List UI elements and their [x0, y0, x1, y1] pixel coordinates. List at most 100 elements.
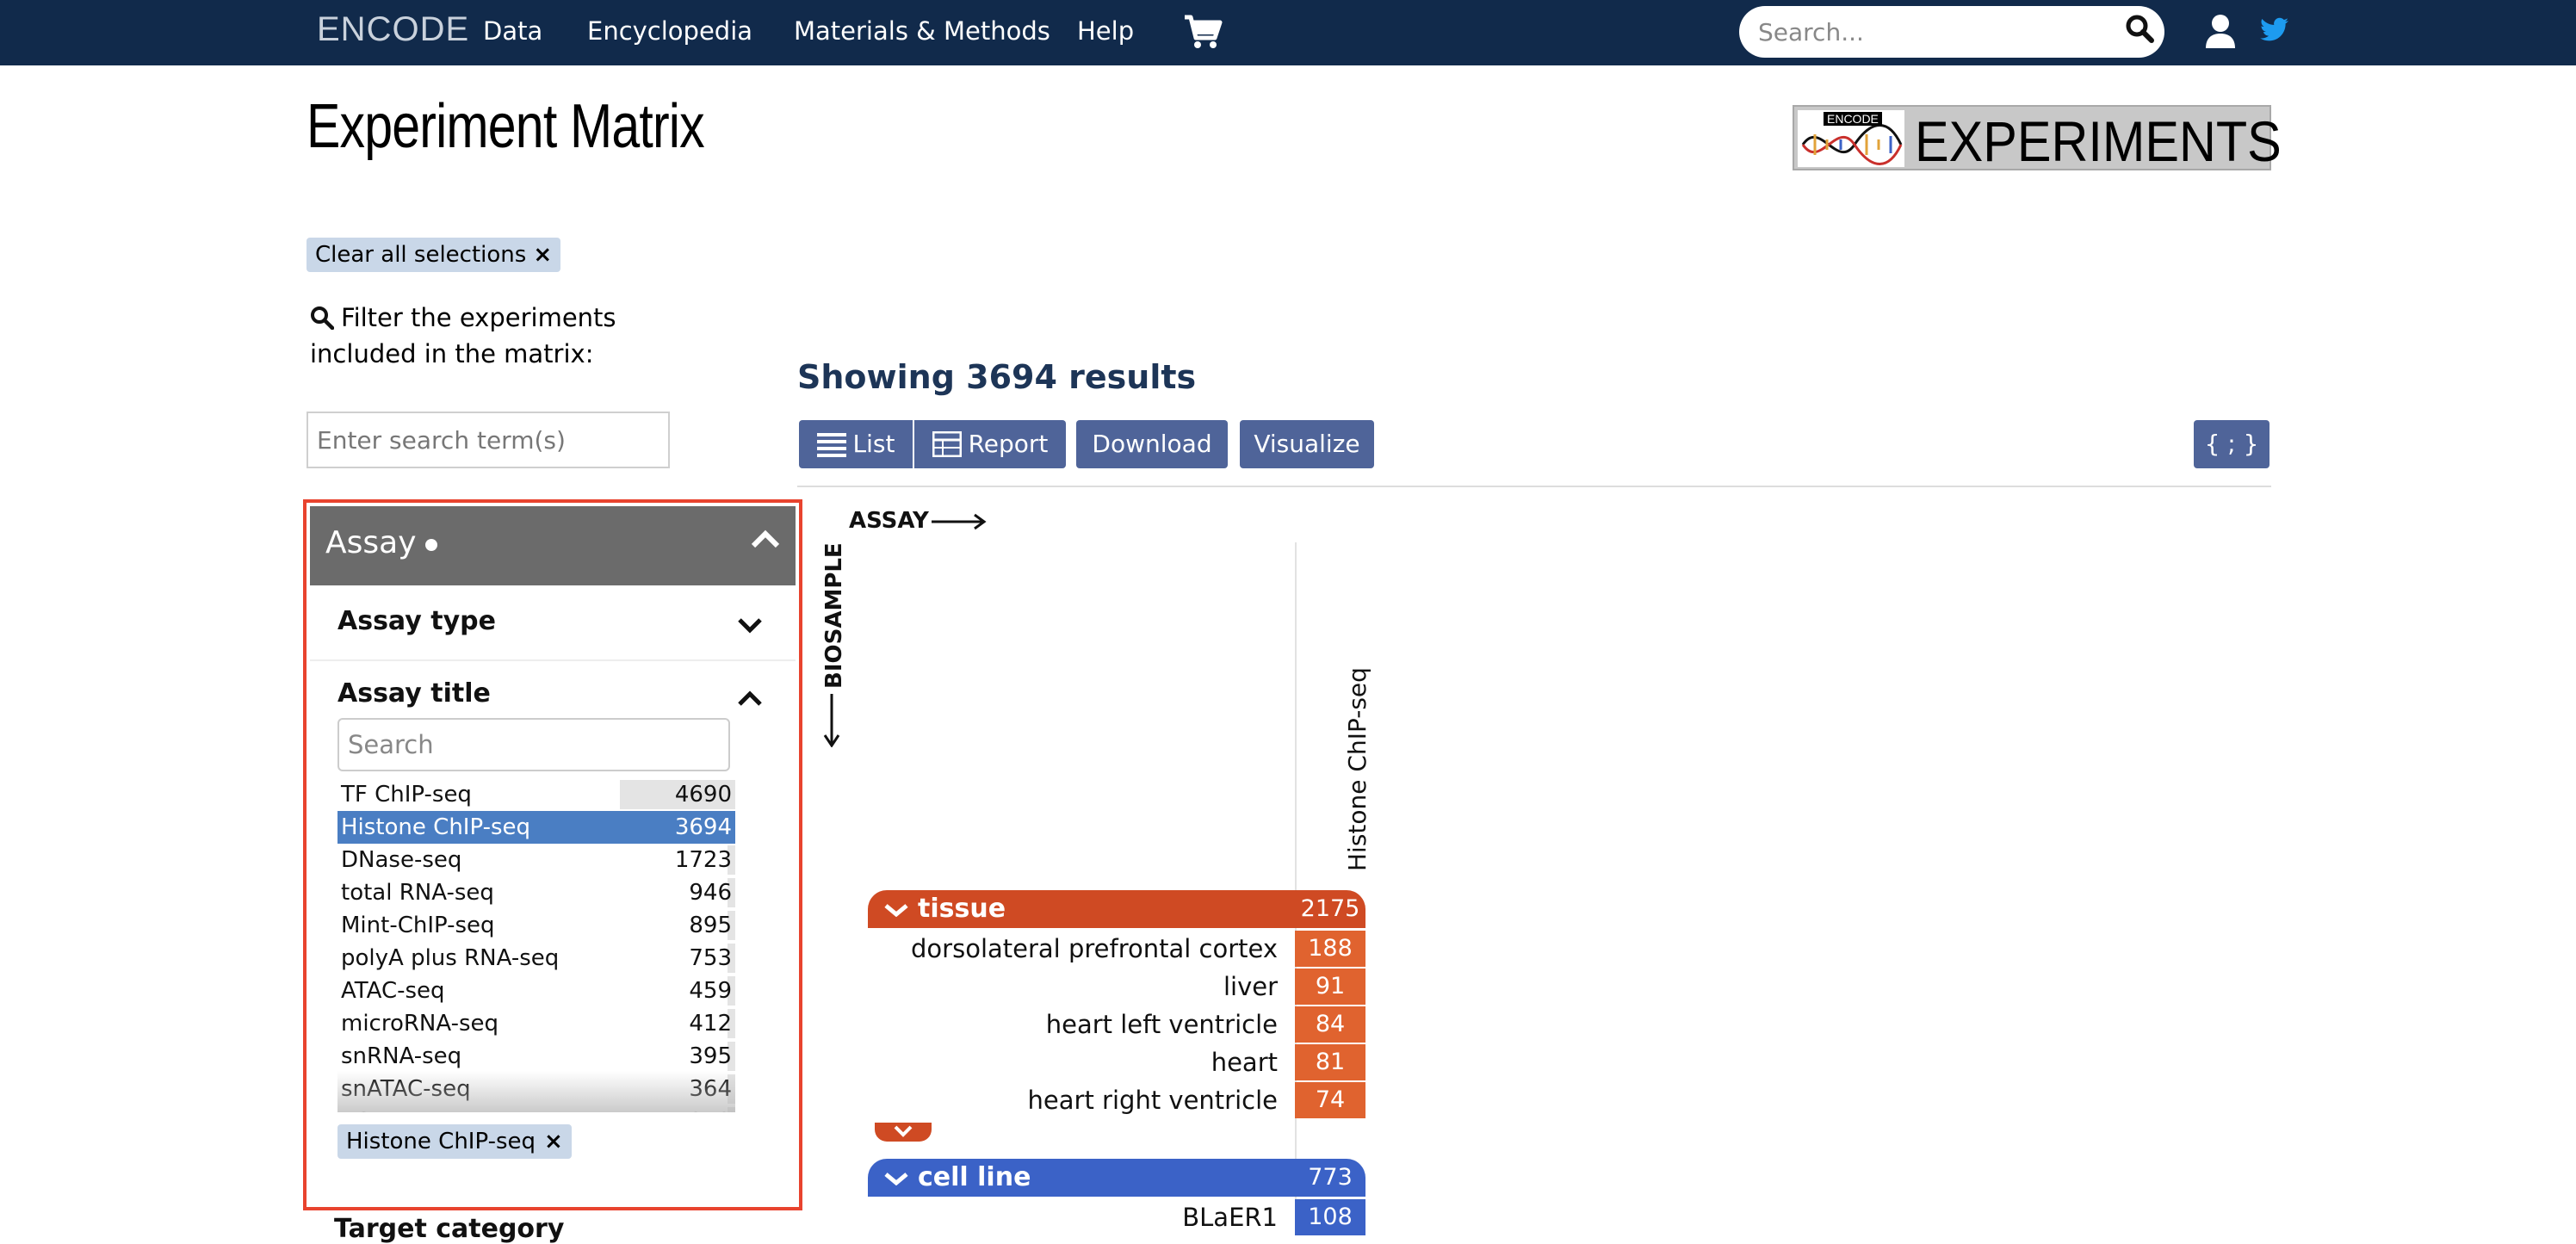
- assay-facet-header[interactable]: Assay: [310, 506, 796, 585]
- group-name: tissue: [918, 894, 1006, 924]
- facet-term[interactable]: total RNA-seq 946: [337, 876, 735, 909]
- biosample-row-label[interactable]: liver: [868, 968, 1278, 1006]
- dna-logo-image: ENCODE: [1798, 110, 1904, 167]
- top-navbar: ENCODE Data Encyclopedia Materials & Met…: [0, 0, 2576, 65]
- download-button[interactable]: Download: [1076, 420, 1228, 468]
- arrow-down-icon: [823, 694, 840, 747]
- logo-tag: ENCODE: [1824, 112, 1882, 126]
- clear-all-selections[interactable]: Clear all selections ×: [307, 238, 561, 272]
- group-total-cell[interactable]: 2175: [1295, 890, 1365, 928]
- experiments-logo: ENCODE EXPERIMENTS: [1793, 105, 2282, 173]
- matrix-cell[interactable]: 84: [1295, 1006, 1365, 1043]
- active-dot-icon: [424, 539, 437, 551]
- chevron-up-icon[interactable]: [751, 529, 780, 549]
- logo-word: EXPERIMENTS: [1915, 109, 2282, 173]
- term-count: 3694: [674, 814, 732, 840]
- chevron-up-icon[interactable]: [737, 690, 763, 708]
- facet-term[interactable]: Mint-ChIP-seq 895: [337, 909, 735, 942]
- target-category-toggle[interactable]: Target category: [334, 1214, 564, 1244]
- matrix-cell[interactable]: 81: [1295, 1044, 1365, 1080]
- biosample-row-label[interactable]: dorsolateral prefrontal cortex: [868, 930, 1278, 968]
- expand-more-tab[interactable]: [875, 1123, 932, 1142]
- list-icon: [816, 433, 846, 457]
- matrix-cell[interactable]: 91: [1295, 969, 1365, 1005]
- visualize-button[interactable]: Visualize: [1240, 420, 1374, 468]
- cart-icon[interactable]: [1183, 14, 1223, 50]
- term-count: 753: [689, 945, 732, 971]
- column-gridline: [1295, 542, 1297, 1235]
- chevron-down-icon: [883, 1159, 909, 1197]
- site-search: [1739, 6, 2164, 58]
- matrix-cell[interactable]: 188: [1295, 931, 1365, 967]
- search-icon: [311, 306, 335, 331]
- nav-data[interactable]: Data: [483, 0, 542, 65]
- facet-term[interactable]: Histone ChIP-seq 3694: [337, 811, 735, 844]
- term-count: 412: [689, 1011, 732, 1037]
- selected-term-pill[interactable]: Histone ChIP-seq ×: [337, 1124, 572, 1159]
- biosample-row-label[interactable]: BLaER1: [868, 1198, 1278, 1236]
- term-label: total RNA-seq: [341, 880, 494, 906]
- report-button[interactable]: Report: [914, 420, 1066, 468]
- biosample-row-label[interactable]: heart: [868, 1043, 1278, 1081]
- facet-term[interactable]: polyA plus RNA-seq 753: [337, 942, 735, 975]
- divider: [797, 486, 2271, 487]
- search-icon[interactable]: [2125, 14, 2154, 43]
- term-count: 895: [689, 913, 732, 938]
- term-count: 459: [689, 978, 732, 1004]
- assay-type-toggle[interactable]: Assay type: [337, 606, 496, 636]
- facet-term[interactable]: TF ChIP-seq 4690: [337, 778, 735, 811]
- biosample-row-label[interactable]: heart right ventricle: [868, 1081, 1278, 1119]
- nav-help[interactable]: Help: [1077, 0, 1134, 65]
- assay-facet-panel: Assay Assay type Assay title TF ChIP-seq…: [303, 499, 802, 1210]
- term-label: DNase-seq: [341, 847, 462, 873]
- assay-title-search[interactable]: [337, 718, 730, 771]
- user-icon[interactable]: [2204, 14, 2237, 48]
- chevron-down-icon[interactable]: [737, 616, 763, 634]
- biosample-axis-label: BIOSAMPLE: [821, 542, 847, 689]
- assay-facet-title: Assay: [325, 525, 417, 560]
- selected-term-label: Histone ChIP-seq: [346, 1129, 536, 1154]
- nav-encyclopedia[interactable]: Encyclopedia: [587, 0, 752, 65]
- search-term-input[interactable]: [307, 412, 670, 468]
- group-header-tissue[interactable]: tissue: [868, 890, 1295, 928]
- term-label: TF ChIP-seq: [341, 782, 472, 808]
- matrix-cell[interactable]: 108: [1295, 1199, 1365, 1235]
- matrix-cell[interactable]: 74: [1295, 1082, 1365, 1118]
- facet-term[interactable]: snRNA-seq 395: [337, 1040, 735, 1073]
- assay-title-terms: TF ChIP-seq 4690 Histone ChIP-seq 3694 DNase…: [337, 778, 735, 1112]
- results-count: Showing 3694 results: [797, 358, 1197, 396]
- assay-axis-label: ASSAY: [849, 508, 929, 534]
- report-label: Report: [968, 430, 1049, 458]
- group-header-cell-line[interactable]: cell line: [868, 1159, 1295, 1197]
- biosample-row-label[interactable]: heart left ventricle: [868, 1006, 1278, 1043]
- facet-term[interactable]: DNase-seq 1723: [337, 844, 735, 876]
- assay-title-toggle[interactable]: Assay title: [337, 678, 491, 709]
- page-title: Experiment Matrix: [307, 92, 705, 161]
- term-count: 1723: [674, 847, 732, 873]
- table-icon: [932, 430, 963, 458]
- list-button[interactable]: List: [799, 420, 913, 468]
- site-search-input[interactable]: [1758, 6, 2102, 58]
- chevron-down-icon: [883, 890, 909, 928]
- close-icon[interactable]: ×: [544, 1129, 563, 1154]
- term-count: 4690: [674, 782, 732, 808]
- term-count: 946: [689, 880, 732, 906]
- close-icon[interactable]: ×: [533, 242, 552, 268]
- chevron-down-icon: [894, 1125, 913, 1137]
- divider: [310, 659, 796, 661]
- facet-term[interactable]: ATAC-seq 459: [337, 975, 735, 1007]
- brand-logo[interactable]: ENCODE: [317, 10, 469, 49]
- filter-caption: Filter the experiments included in the m…: [310, 300, 723, 372]
- arrow-right-icon: [932, 513, 987, 530]
- scroll-fade: [337, 1071, 735, 1112]
- nav-materials-methods[interactable]: Materials & Methods: [794, 0, 1050, 65]
- term-label: Mint-ChIP-seq: [341, 913, 495, 938]
- json-button[interactable]: { ; }: [2194, 420, 2269, 468]
- facet-term[interactable]: microRNA-seq 412: [337, 1007, 735, 1040]
- group-name: cell line: [918, 1162, 1031, 1192]
- twitter-icon[interactable]: [2260, 17, 2289, 43]
- term-label: ATAC-seq: [341, 978, 445, 1004]
- term-label: polyA plus RNA-seq: [341, 945, 560, 971]
- column-header-histone-chip-seq[interactable]: Histone ChIP-seq: [1343, 667, 1372, 871]
- group-total-cell[interactable]: 773: [1295, 1159, 1365, 1197]
